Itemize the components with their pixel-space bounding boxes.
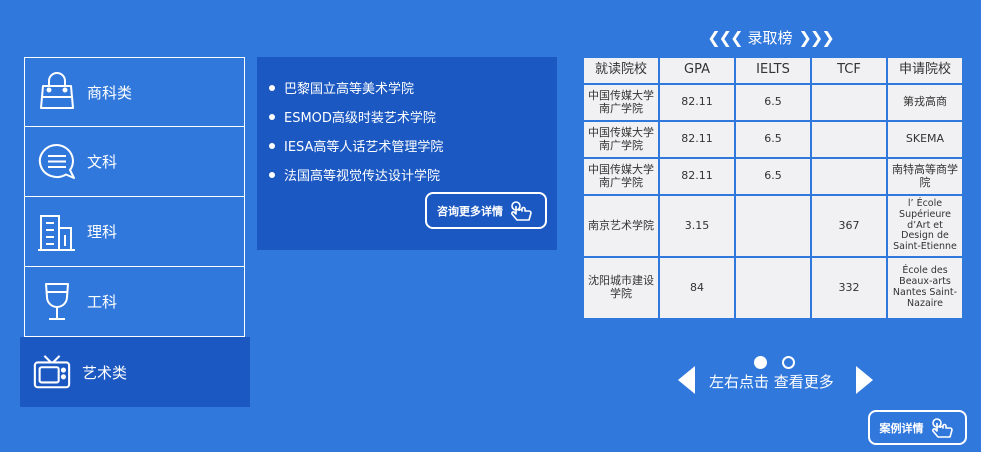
prev-arrow-icon[interactable] [678, 366, 696, 394]
header-gpa: GPA [658, 56, 736, 85]
cell-school: 中国传媒大学南广学院 [582, 120, 660, 159]
school-item[interactable]: IESA高等人话艺术管理学院 [269, 131, 557, 160]
case-details-button[interactable]: 案例详情 [868, 410, 967, 445]
cell-gpa: 3.15 [658, 194, 736, 258]
cell-ielts [734, 256, 812, 320]
cell-target: l’ École Supérieure d’Art et Design de S… [886, 194, 964, 258]
chevrons-right-icon: ❯❯❯ [798, 27, 835, 47]
table-row: 中国传媒大学南广学院 82.11 6.5 第戎高商 [582, 83, 964, 122]
category-business[interactable]: 商科类 [24, 57, 245, 127]
tv-icon [32, 350, 72, 394]
cell-gpa: 82.11 [658, 83, 736, 122]
cell-gpa: 84 [658, 256, 736, 320]
cell-tcf [810, 157, 888, 196]
header-ielts: IELTS [734, 56, 812, 85]
cell-gpa: 82.11 [658, 157, 736, 196]
consult-more-button[interactable]: 咨询更多详情 [425, 192, 547, 229]
cell-target: 南特高等商学院 [886, 157, 964, 196]
table-row: 中国传媒大学南广学院 82.11 6.5 SKEMA [582, 120, 964, 159]
category-label: 文科 [87, 153, 118, 171]
pager-dot-1[interactable] [754, 356, 767, 369]
category-menu: 商科类 文科 理科 工科 艺术类 [20, 57, 250, 407]
school-item[interactable]: 法国高等视觉传达设计学院 [269, 160, 557, 189]
table-header-row: 就读院校 GPA IELTS TCF 申请院校 [582, 56, 964, 85]
admission-table: 就读院校 GPA IELTS TCF 申请院校 中国传媒大学南广学院 82.11… [582, 56, 964, 320]
next-arrow-icon[interactable] [855, 366, 873, 394]
table-row: 南京艺术学院 3.15 367 l’ École Supérieure d’Ar… [582, 194, 964, 258]
school-list: 巴黎国立高等美术学院 ESMOD高级时装艺术学院 IESA高等人话艺术管理学院 … [269, 73, 557, 189]
category-label: 理科 [87, 223, 118, 241]
cell-ielts: 6.5 [734, 83, 812, 122]
header-target: 申请院校 [886, 56, 964, 85]
table-row: 中国传媒大学南广学院 82.11 6.5 南特高等商学院 [582, 157, 964, 196]
chevrons-left-icon: ❮❮❮ [707, 27, 743, 47]
ranking-title-text: 录取榜 [747, 28, 793, 47]
cell-school: 中国传媒大学南广学院 [582, 83, 660, 122]
case-button-label: 案例详情 [879, 421, 924, 435]
table-row: 沈阳城市建设学院 84 332 École des Beaux-arts Nan… [582, 256, 964, 320]
cell-tcf [810, 83, 888, 122]
cell-ielts: 6.5 [734, 157, 812, 196]
wine-glass-icon [37, 280, 77, 324]
cell-school: 南京艺术学院 [582, 194, 660, 258]
category-label: 商科类 [87, 83, 133, 102]
header-school: 就读院校 [582, 56, 660, 85]
pager-dot-2[interactable] [782, 356, 795, 369]
category-label: 工科 [87, 293, 118, 311]
school-item[interactable]: ESMOD高级时装艺术学院 [269, 102, 557, 131]
chat-bubble-icon [37, 140, 77, 184]
cell-target: SKEMA [886, 120, 964, 159]
school-list-panel: 巴黎国立高等美术学院 ESMOD高级时装艺术学院 IESA高等人话艺术管理学院 … [257, 57, 557, 250]
pager-hint: 左右点击 查看更多 [709, 373, 834, 391]
cell-tcf [810, 120, 888, 159]
ranking-title: ❮❮❮ 录取榜 ❯❯❯ [705, 26, 835, 48]
cell-tcf: 332 [810, 256, 888, 320]
handbag-icon [37, 70, 77, 114]
building-icon [37, 210, 77, 254]
cell-school: 沈阳城市建设学院 [582, 256, 660, 320]
cell-target: École des Beaux-arts Nantes Saint-Nazair… [886, 256, 964, 320]
cell-target: 第戎高商 [886, 83, 964, 122]
header-tcf: TCF [810, 56, 888, 85]
cell-ielts [734, 194, 812, 258]
hand-click-icon [930, 417, 956, 439]
cell-tcf: 367 [810, 194, 888, 258]
category-engineering[interactable]: 工科 [24, 267, 245, 337]
category-label: 艺术类 [82, 363, 128, 382]
cell-ielts: 6.5 [734, 120, 812, 159]
cell-gpa: 82.11 [658, 120, 736, 159]
consult-button-label: 咨询更多详情 [437, 204, 503, 218]
cell-school: 中国传媒大学南广学院 [582, 157, 660, 196]
school-item[interactable]: 巴黎国立高等美术学院 [269, 73, 557, 102]
category-arts[interactable]: 文科 [24, 127, 245, 197]
hand-click-icon [509, 200, 535, 222]
category-fine-arts[interactable]: 艺术类 [20, 337, 250, 407]
category-science[interactable]: 理科 [24, 197, 245, 267]
